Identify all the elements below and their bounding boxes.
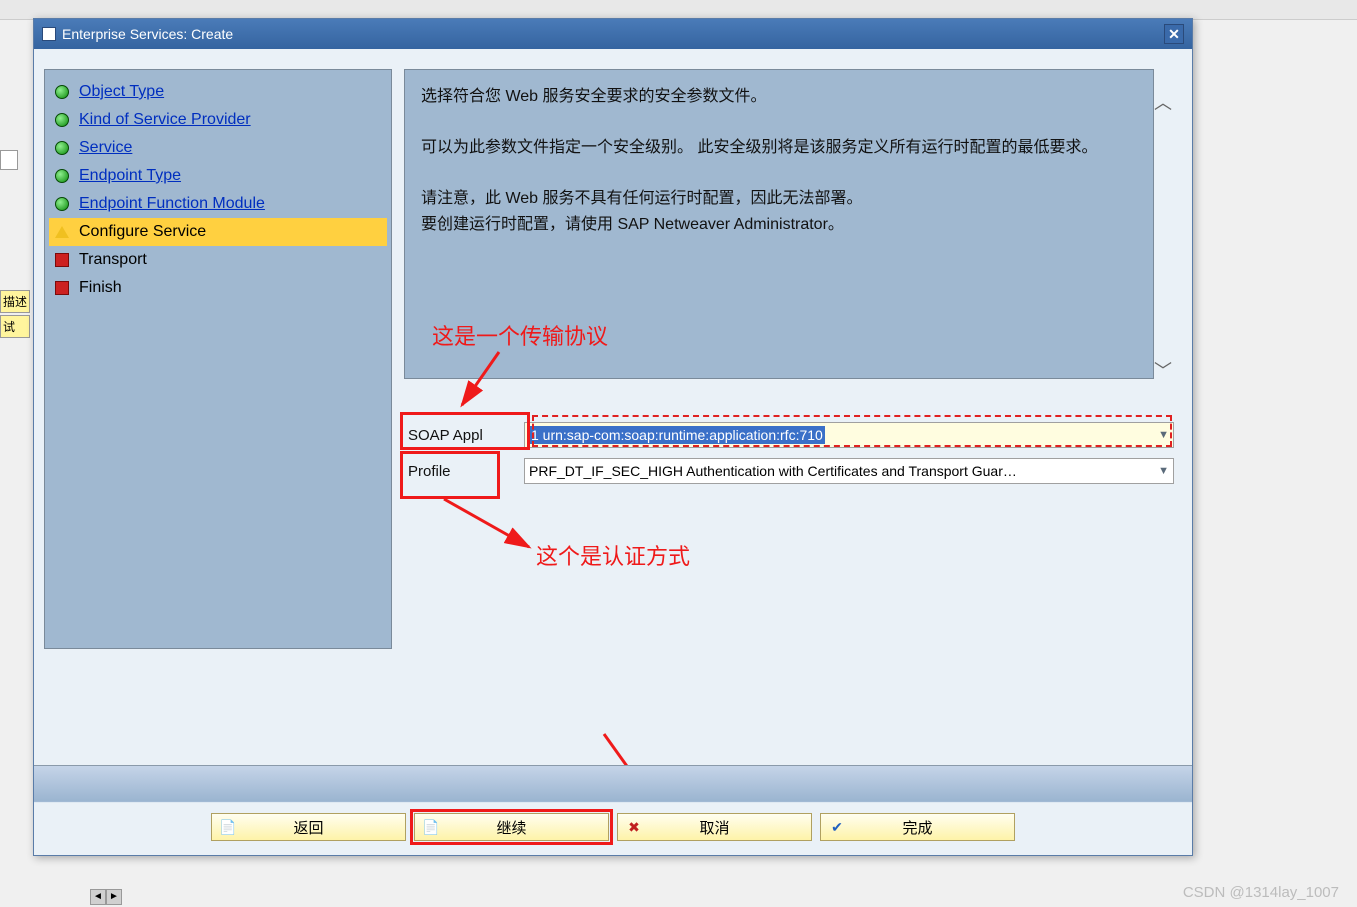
status-done-icon (55, 169, 69, 183)
bottom-scroll: ◄ ► (90, 889, 122, 905)
back-icon: 📄 (220, 819, 236, 835)
bg-tab-1[interactable]: 描述 (0, 290, 30, 313)
cancel-button[interactable]: ✖ 取消 (617, 813, 812, 841)
row-profile: Profile PRF_DT_IF_SEC_HIGH Authenticatio… (404, 455, 1174, 487)
status-done-icon (55, 113, 69, 127)
watermark: CSDN @1314lay_1007 (1183, 884, 1339, 901)
chevron-down-icon[interactable]: ▼ (1158, 465, 1169, 477)
profile-label: Profile (404, 463, 524, 480)
status-done-icon (55, 141, 69, 155)
step-finish: Finish (49, 274, 387, 302)
dialog-footer: 📄 返回 📄 继续 ✖ 取消 ✔ 完成 (34, 765, 1192, 855)
step-label[interactable]: Endpoint Function Module (79, 195, 265, 213)
scroll-right-icon[interactable]: ► (106, 889, 122, 905)
dialog-window: Enterprise Services: Create ✕ Object Typ… (33, 18, 1193, 856)
scroll-up-icon[interactable]: ︿ (1154, 89, 1172, 107)
bg-select[interactable] (0, 150, 18, 170)
form-area: SOAP Appl 1 urn:sap-com:soap:runtime:app… (404, 419, 1174, 491)
step-transport: Transport (49, 246, 387, 274)
continue-button[interactable]: 📄 继续 (414, 813, 609, 841)
dialog-title: Enterprise Services: Create (62, 26, 233, 42)
desc-scrollbar: ︿ ﹀ (1154, 89, 1174, 375)
status-pending-icon (55, 281, 69, 295)
status-active-icon (55, 226, 69, 238)
desc-line: 选择符合您 Web 服务安全要求的安全参数文件。 (421, 84, 1137, 110)
status-done-icon (55, 85, 69, 99)
desc-line: 请注意，此 Web 服务不具有任何运行时配置，因此无法部署。 (421, 186, 1137, 212)
status-pending-icon (55, 253, 69, 267)
soap-appl-dropdown[interactable]: 1 urn:sap-com:soap:runtime:application:r… (524, 422, 1174, 448)
row-soap-appl: SOAP Appl 1 urn:sap-com:soap:runtime:app… (404, 419, 1174, 451)
step-label[interactable]: Kind of Service Provider (79, 111, 251, 129)
annotation-arrow-2 (434, 489, 544, 559)
step-object-type[interactable]: Object Type (49, 78, 387, 106)
cancel-label: 取消 (699, 817, 729, 838)
doc-icon (42, 27, 56, 41)
finish-button[interactable]: ✔ 完成 (820, 813, 1015, 841)
step-kind-service-provider[interactable]: Kind of Service Provider (49, 106, 387, 134)
step-label: Transport (79, 251, 147, 269)
chevron-down-icon[interactable]: ▼ (1158, 429, 1169, 441)
step-service[interactable]: Service (49, 134, 387, 162)
bg-tab-2[interactable]: 试 (0, 315, 30, 338)
wizard-step-list: Object Type Kind of Service Provider Ser… (44, 69, 392, 649)
desc-line: 要创建运行时配置，请使用 SAP Netweaver Administrator… (421, 212, 1137, 238)
soap-appl-label: SOAP Appl (404, 427, 524, 444)
step-label[interactable]: Endpoint Type (79, 167, 181, 185)
titlebar: Enterprise Services: Create ✕ (34, 19, 1192, 49)
step-endpoint-type[interactable]: Endpoint Type (49, 162, 387, 190)
step-label[interactable]: Object Type (79, 83, 164, 101)
step-label: Finish (79, 279, 122, 297)
status-done-icon (55, 197, 69, 211)
profile-dropdown[interactable]: PRF_DT_IF_SEC_HIGH Authentication with C… (524, 458, 1174, 484)
step-configure-service[interactable]: Configure Service (49, 218, 387, 246)
back-label: 返回 (293, 817, 323, 838)
dialog-content: Object Type Kind of Service Provider Ser… (34, 49, 1192, 855)
cancel-icon: ✖ (626, 819, 642, 835)
scroll-down-icon[interactable]: ﹀ (1154, 357, 1172, 375)
desc-line: 可以为此参数文件指定一个安全级别。 此安全级别将是该服务定义所有运行时配置的最低… (421, 135, 1137, 161)
step-label: Configure Service (79, 223, 206, 241)
finish-icon: ✔ (829, 819, 845, 835)
step-label[interactable]: Service (79, 139, 132, 157)
finish-label: 完成 (902, 817, 932, 838)
close-button[interactable]: ✕ (1164, 24, 1184, 44)
soap-appl-value: 1 urn:sap-com:soap:runtime:application:r… (529, 426, 825, 444)
back-button[interactable]: 📄 返回 (211, 813, 406, 841)
scroll-left-icon[interactable]: ◄ (90, 889, 106, 905)
continue-icon: 📄 (423, 819, 439, 835)
background-toolbar (0, 0, 1357, 20)
continue-label: 继续 (496, 817, 526, 838)
background-left-tabs: 描述 试 (0, 150, 30, 400)
annotation-text-2: 这个是认证方式 (536, 539, 690, 571)
step-endpoint-function-module[interactable]: Endpoint Function Module (49, 190, 387, 218)
description-panel: 选择符合您 Web 服务安全要求的安全参数文件。 可以为此参数文件指定一个安全级… (404, 69, 1154, 379)
profile-value: PRF_DT_IF_SEC_HIGH Authentication with C… (529, 463, 1017, 479)
